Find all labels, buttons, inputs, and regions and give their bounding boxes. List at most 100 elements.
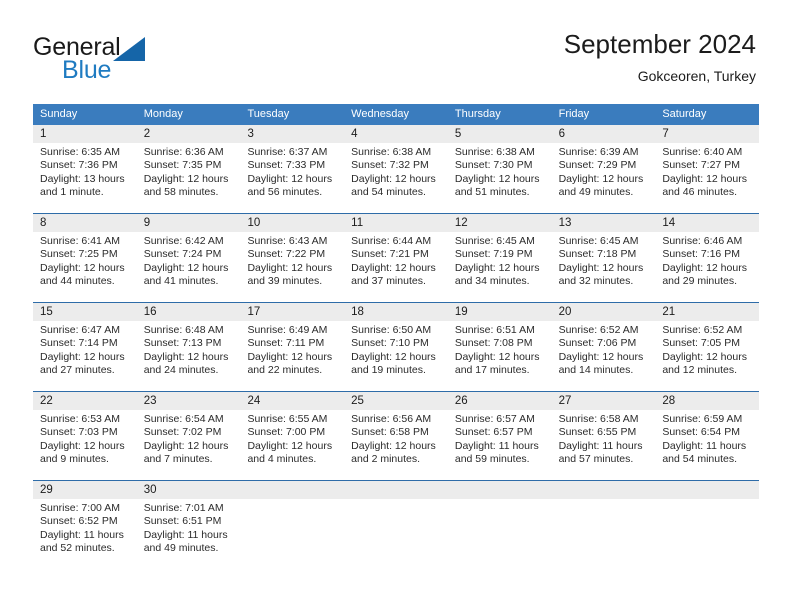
day-cell-empty (344, 499, 448, 569)
day-number[interactable]: 8 (33, 214, 137, 232)
day-cell-empty (552, 499, 656, 569)
day-cell[interactable]: Sunrise: 6:54 AM Sunset: 7:02 PM Dayligh… (137, 410, 241, 480)
day-number[interactable]: 23 (137, 392, 241, 410)
daylight-text-line2: and 22 minutes. (247, 364, 323, 377)
day-cell-empty (240, 499, 344, 569)
daylight-text-line2: and 2 minutes. (351, 453, 421, 466)
sunrise-text: Sunrise: 6:38 AM (351, 146, 432, 158)
day-cell[interactable]: Sunrise: 6:38 AM Sunset: 7:30 PM Dayligh… (448, 143, 552, 213)
daylight-text-line1: Daylight: 12 hours (40, 261, 125, 274)
day-number[interactable]: 22 (33, 392, 137, 410)
sunset-text: Sunset: 7:27 PM (662, 159, 740, 172)
daylight-text-line1: Daylight: 12 hours (558, 261, 644, 274)
daylight-text-line2: and 29 minutes. (662, 275, 738, 288)
sunset-text: Sunset: 7:13 PM (143, 337, 222, 350)
sunrise-text: Sunrise: 6:39 AM (558, 146, 639, 158)
day-cell[interactable]: Sunrise: 6:50 AM Sunset: 7:10 PM Dayligh… (344, 321, 448, 391)
day-number[interactable]: 1 (33, 125, 137, 143)
day-number-empty (552, 481, 656, 499)
day-number[interactable]: 26 (448, 392, 552, 410)
day-cell[interactable]: Sunrise: 6:58 AM Sunset: 6:55 PM Dayligh… (552, 410, 656, 480)
day-number[interactable]: 27 (552, 392, 656, 410)
day-cell[interactable]: Sunrise: 6:55 AM Sunset: 7:00 PM Dayligh… (240, 410, 344, 480)
day-cell[interactable]: Sunrise: 6:53 AM Sunset: 7:03 PM Dayligh… (33, 410, 137, 480)
day-number[interactable]: 14 (655, 214, 759, 232)
day-cell[interactable]: Sunrise: 6:37 AM Sunset: 7:33 PM Dayligh… (240, 143, 344, 213)
day-number[interactable]: 20 (552, 303, 656, 321)
day-number[interactable]: 15 (33, 303, 137, 321)
day-number[interactable]: 7 (655, 125, 759, 143)
daylight-text-line1: Daylight: 11 hours (558, 439, 643, 452)
day-cell[interactable]: Sunrise: 6:36 AM Sunset: 7:35 PM Dayligh… (137, 143, 241, 213)
day-cell[interactable]: Sunrise: 6:56 AM Sunset: 6:58 PM Dayligh… (344, 410, 448, 480)
sunrise-text: Sunrise: 6:55 AM (247, 413, 328, 425)
day-number[interactable]: 28 (655, 392, 759, 410)
day-number[interactable]: 18 (344, 303, 448, 321)
weekday-header-saturday: Saturday (662, 108, 707, 120)
week-daynumber-strip: 1 2 3 4 5 6 7 (33, 125, 759, 143)
day-number[interactable]: 21 (655, 303, 759, 321)
day-cell[interactable]: Sunrise: 6:57 AM Sunset: 6:57 PM Dayligh… (448, 410, 552, 480)
day-number[interactable]: 10 (240, 214, 344, 232)
page-subtitle: Gokceoren, Turkey (637, 68, 756, 84)
day-number[interactable]: 24 (240, 392, 344, 410)
daylight-text-line1: Daylight: 12 hours (351, 261, 436, 274)
day-number[interactable]: 25 (344, 392, 448, 410)
day-cell[interactable]: Sunrise: 7:01 AM Sunset: 6:51 PM Dayligh… (137, 499, 241, 569)
day-number-empty (448, 481, 552, 499)
day-cell[interactable]: Sunrise: 6:52 AM Sunset: 7:06 PM Dayligh… (552, 321, 656, 391)
sunset-text: Sunset: 7:03 PM (40, 426, 118, 439)
day-number[interactable]: 16 (137, 303, 241, 321)
daylight-text-line2: and 44 minutes. (40, 275, 115, 288)
daylight-text-line2: and 32 minutes. (558, 275, 634, 288)
daylight-text-line1: Daylight: 12 hours (247, 439, 333, 452)
sunset-text: Sunset: 6:52 PM (40, 515, 118, 528)
day-cell-empty (448, 499, 552, 569)
brand-logo[interactable]: General Blue (33, 33, 253, 85)
day-number[interactable]: 6 (552, 125, 656, 143)
day-cell[interactable]: Sunrise: 6:41 AM Sunset: 7:25 PM Dayligh… (33, 232, 137, 302)
day-number[interactable]: 13 (552, 214, 656, 232)
sunset-text: Sunset: 7:05 PM (662, 337, 740, 350)
day-cell[interactable]: Sunrise: 6:51 AM Sunset: 7:08 PM Dayligh… (448, 321, 552, 391)
day-number[interactable]: 17 (240, 303, 344, 321)
day-number[interactable]: 30 (137, 481, 241, 499)
day-cell[interactable]: Sunrise: 6:40 AM Sunset: 7:27 PM Dayligh… (655, 143, 759, 213)
daylight-text-line1: Daylight: 12 hours (351, 439, 436, 452)
day-cell[interactable]: Sunrise: 7:00 AM Sunset: 6:52 PM Dayligh… (33, 499, 137, 569)
day-cell[interactable]: Sunrise: 6:59 AM Sunset: 6:54 PM Dayligh… (655, 410, 759, 480)
sunset-text: Sunset: 7:18 PM (558, 248, 637, 261)
week-daynumber-strip: 29 30 (33, 481, 759, 499)
day-cell[interactable]: Sunrise: 6:46 AM Sunset: 7:16 PM Dayligh… (655, 232, 759, 302)
day-cell[interactable]: Sunrise: 6:45 AM Sunset: 7:18 PM Dayligh… (552, 232, 656, 302)
day-cell[interactable]: Sunrise: 6:42 AM Sunset: 7:24 PM Dayligh… (137, 232, 241, 302)
day-number-empty (655, 481, 759, 499)
day-cell[interactable]: Sunrise: 6:44 AM Sunset: 7:21 PM Dayligh… (344, 232, 448, 302)
day-cell[interactable]: Sunrise: 6:45 AM Sunset: 7:19 PM Dayligh… (448, 232, 552, 302)
sunrise-text: Sunrise: 6:59 AM (662, 413, 743, 425)
day-cell[interactable]: Sunrise: 6:38 AM Sunset: 7:32 PM Dayligh… (344, 143, 448, 213)
day-number[interactable]: 5 (448, 125, 552, 143)
day-number[interactable]: 29 (33, 481, 137, 499)
daylight-text-line2: and 49 minutes. (558, 186, 634, 199)
daylight-text-line2: and 27 minutes. (40, 364, 115, 377)
day-cell[interactable]: Sunrise: 6:49 AM Sunset: 7:11 PM Dayligh… (240, 321, 344, 391)
day-number[interactable]: 12 (448, 214, 552, 232)
day-cell[interactable]: Sunrise: 6:43 AM Sunset: 7:22 PM Dayligh… (240, 232, 344, 302)
sunrise-text: Sunrise: 6:46 AM (662, 235, 743, 247)
day-cell[interactable]: Sunrise: 6:52 AM Sunset: 7:05 PM Dayligh… (655, 321, 759, 391)
day-cell[interactable]: Sunrise: 6:39 AM Sunset: 7:29 PM Dayligh… (552, 143, 656, 213)
day-cell[interactable]: Sunrise: 6:48 AM Sunset: 7:13 PM Dayligh… (137, 321, 241, 391)
day-number[interactable]: 19 (448, 303, 552, 321)
sunrise-text: Sunrise: 6:54 AM (143, 413, 224, 425)
day-cell[interactable]: Sunrise: 6:47 AM Sunset: 7:14 PM Dayligh… (33, 321, 137, 391)
day-number[interactable]: 4 (344, 125, 448, 143)
day-number[interactable]: 9 (137, 214, 241, 232)
day-number[interactable]: 11 (344, 214, 448, 232)
day-number[interactable]: 3 (240, 125, 344, 143)
day-cell[interactable]: Sunrise: 6:35 AM Sunset: 7:36 PM Dayligh… (33, 143, 137, 213)
sunrise-text: Sunrise: 6:37 AM (247, 146, 328, 158)
day-number[interactable]: 2 (137, 125, 241, 143)
sunset-text: Sunset: 6:55 PM (558, 426, 637, 439)
daylight-text-line2: and 41 minutes. (143, 275, 219, 288)
